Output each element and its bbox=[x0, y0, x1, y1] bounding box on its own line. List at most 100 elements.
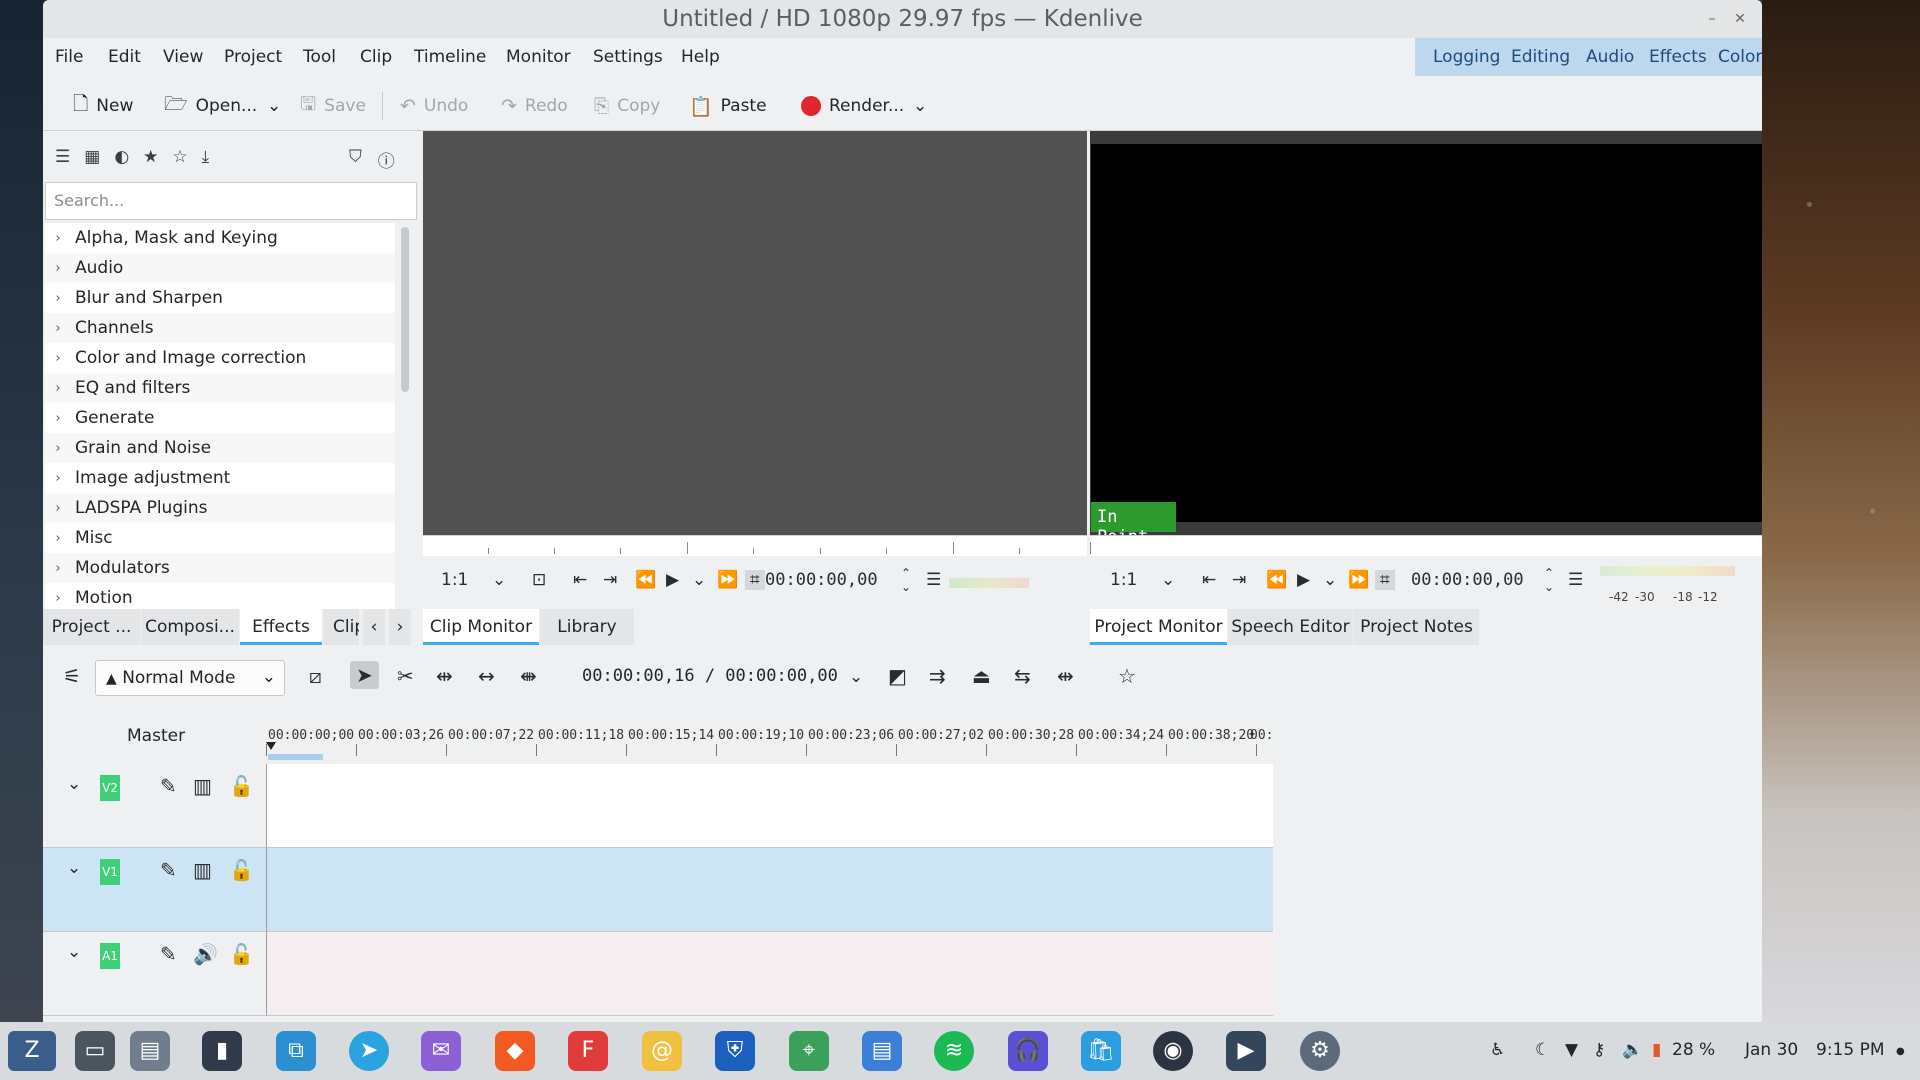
expand-chevron-icon[interactable]: › bbox=[45, 531, 71, 546]
tab-clip-properties[interactable]: Clip bbox=[323, 609, 359, 645]
volume-icon[interactable]: 🔈 bbox=[1622, 1040, 1643, 1060]
expand-chevron-icon[interactable]: › bbox=[45, 351, 71, 366]
tree-item[interactable]: › Modulators bbox=[45, 553, 395, 583]
expand-chevron-icon[interactable]: › bbox=[45, 381, 71, 396]
layout-editing[interactable]: Editing bbox=[1511, 47, 1570, 67]
project-monitor-ruler[interactable] bbox=[1090, 535, 1762, 556]
fast-forward-icon[interactable]: ⏩ bbox=[717, 570, 738, 590]
tab-speech-editor[interactable]: Speech Editor bbox=[1228, 609, 1353, 645]
redo-button[interactable]: ↷ Redo bbox=[501, 94, 568, 118]
render-button[interactable]: Render... bbox=[801, 94, 904, 118]
paste-button[interactable]: 📋 Paste bbox=[689, 94, 767, 118]
new-button[interactable]: 🗋 New bbox=[73, 93, 133, 118]
battery-icon[interactable]: ▮ bbox=[1652, 1040, 1661, 1060]
remove-space-icon[interactable]: ⇹ bbox=[1057, 664, 1074, 688]
save-button[interactable]: 🖫 Save bbox=[300, 93, 366, 118]
tree-item[interactable]: › Blur and Sharpen bbox=[45, 283, 395, 313]
playhead-marker-icon[interactable] bbox=[266, 742, 276, 750]
flipboard-icon[interactable]: F bbox=[568, 1031, 608, 1071]
telegram-icon[interactable]: ➤ bbox=[349, 1031, 389, 1071]
project-timecode[interactable]: 00:00:00,00 bbox=[1411, 570, 1524, 590]
cut-tool-icon[interactable]: ✂ bbox=[397, 664, 414, 688]
track-lane-v2[interactable] bbox=[266, 764, 1273, 848]
tab-clip-monitor[interactable]: Clip Monitor bbox=[423, 609, 539, 645]
effects-search-field[interactable] bbox=[45, 182, 417, 220]
brave-browser-icon[interactable]: ◆ bbox=[495, 1031, 535, 1071]
document-editor-icon[interactable]: ▤ bbox=[862, 1031, 902, 1071]
clip-monitor-menu-icon[interactable]: ☰ bbox=[926, 570, 941, 590]
rewind-icon[interactable]: ⏪ bbox=[1266, 570, 1287, 590]
tree-item[interactable]: › Channels bbox=[45, 313, 395, 343]
menu-monitor[interactable]: Monitor bbox=[506, 47, 571, 67]
notification-dot-icon[interactable]: ● bbox=[1896, 1046, 1905, 1057]
app-launcher-icon[interactable]: Z bbox=[8, 1031, 56, 1071]
effects-tree-scrollbar[interactable] bbox=[401, 227, 409, 392]
overwrite-clip-icon[interactable]: ⇉ bbox=[929, 664, 946, 688]
menu-file[interactable]: File bbox=[55, 47, 83, 67]
tree-item[interactable]: › Alpha, Mask and Keying bbox=[45, 223, 395, 253]
headphones-app-icon[interactable]: 🎧 bbox=[1008, 1031, 1048, 1071]
list-view-icon[interactable]: ☰ bbox=[55, 147, 70, 167]
track-lane-a1[interactable] bbox=[266, 932, 1273, 1016]
timeline-zone-bar[interactable] bbox=[268, 754, 323, 760]
menu-edit[interactable]: Edit bbox=[108, 47, 141, 67]
timeline-timecode[interactable]: 00:00:00,16 / 00:00:00,00 bbox=[582, 666, 838, 686]
clip-zoom-select[interactable]: 1:1 bbox=[441, 570, 468, 590]
spotify-icon[interactable]: ≋ bbox=[934, 1031, 974, 1071]
razor-disabled-icon[interactable]: ⧄ bbox=[309, 664, 322, 688]
video-track-icon[interactable]: ▥ bbox=[193, 858, 212, 882]
expand-chevron-icon[interactable]: › bbox=[45, 471, 71, 486]
filter-icon[interactable]: ⛉ bbox=[349, 147, 362, 172]
menu-help[interactable]: Help bbox=[681, 47, 720, 67]
tree-item[interactable]: › Motion bbox=[45, 583, 395, 609]
expand-chevron-icon[interactable]: › bbox=[45, 231, 71, 246]
rewind-icon[interactable]: ⏪ bbox=[635, 570, 656, 590]
expand-chevron-icon[interactable]: › bbox=[45, 321, 71, 336]
tab-project-bin[interactable]: Project ... bbox=[43, 609, 140, 645]
expand-chevron-icon[interactable]: › bbox=[45, 291, 71, 306]
play-icon[interactable]: ▶ bbox=[666, 570, 679, 590]
menu-tool[interactable]: Tool bbox=[303, 47, 336, 67]
timecode-spin-icon[interactable]: ⌃ ⌄ bbox=[1544, 566, 1554, 594]
track-header-a1[interactable]: ⌄ A1 ✎ 🔊 🔓 bbox=[43, 932, 266, 1016]
clock-date[interactable]: Jan 30 bbox=[1745, 1040, 1798, 1060]
track-tag[interactable]: V1 bbox=[100, 859, 120, 885]
zoom-dropdown-chevron-icon[interactable]: ⌄ bbox=[1161, 570, 1175, 590]
info-icon[interactable]: ⓘ bbox=[378, 147, 395, 172]
close-button[interactable]: ✕ bbox=[1729, 9, 1751, 31]
tree-item[interactable]: › Grain and Noise bbox=[45, 433, 395, 463]
collapse-track-chevron-icon[interactable]: ⌄ bbox=[67, 858, 81, 878]
mail-client-icon[interactable]: ✉ bbox=[421, 1031, 461, 1071]
clip-timecode[interactable]: 00:00:00,00 bbox=[765, 570, 878, 590]
master-header[interactable]: Master bbox=[43, 706, 266, 764]
effects-wand-icon[interactable]: ✎ bbox=[160, 774, 177, 798]
track-lane-v1[interactable] bbox=[266, 848, 1273, 932]
minimize-button[interactable]: – bbox=[1701, 9, 1723, 31]
slip-tool-icon[interactable]: ⇼ bbox=[520, 664, 537, 688]
tree-item[interactable]: › LADSPA Plugins bbox=[45, 493, 395, 523]
track-tag[interactable]: A1 bbox=[100, 943, 120, 969]
clip-monitor-view[interactable] bbox=[423, 131, 1087, 535]
track-header-v2[interactable]: ⌄ V2 ✎ ▥ 🔓 bbox=[43, 764, 266, 848]
set-in-point-icon[interactable]: ⇤ bbox=[1202, 570, 1216, 590]
effects-wand-icon[interactable]: ✎ bbox=[160, 858, 177, 882]
render-dropdown-chevron-icon[interactable]: ⌄ bbox=[913, 94, 927, 118]
effects-wand-icon[interactable]: ✎ bbox=[160, 942, 177, 966]
favorite-star-icon[interactable]: ☆ bbox=[1118, 664, 1136, 688]
fit-frame-icon[interactable]: ⊡ bbox=[532, 570, 546, 590]
menu-project[interactable]: Project bbox=[224, 47, 282, 67]
tree-item[interactable]: › Audio bbox=[45, 253, 395, 283]
ripple-tool-icon[interactable]: ↔ bbox=[478, 664, 495, 688]
tab-effects[interactable]: Effects bbox=[240, 609, 322, 645]
lock-icon[interactable]: 🔓 bbox=[229, 942, 254, 966]
edit-mode-select[interactable]: ▲ Normal Mode ⌄ bbox=[95, 660, 285, 696]
tree-item[interactable]: › Misc bbox=[45, 523, 395, 553]
track-header-v1[interactable]: ⌄ V1 ✎ ▥ 🔓 bbox=[43, 848, 266, 932]
accessibility-icon[interactable]: ♿ bbox=[1490, 1040, 1505, 1060]
project-monitor-menu-icon[interactable]: ☰ bbox=[1568, 570, 1583, 590]
terminal-icon[interactable]: ▮ bbox=[202, 1031, 242, 1071]
video-effects-icon[interactable]: ▦ bbox=[84, 147, 100, 167]
email-icon[interactable]: @ bbox=[642, 1031, 682, 1071]
crop-icon[interactable]: ⌗ bbox=[1375, 570, 1395, 590]
favorites-icon[interactable]: ☆ bbox=[172, 147, 187, 167]
